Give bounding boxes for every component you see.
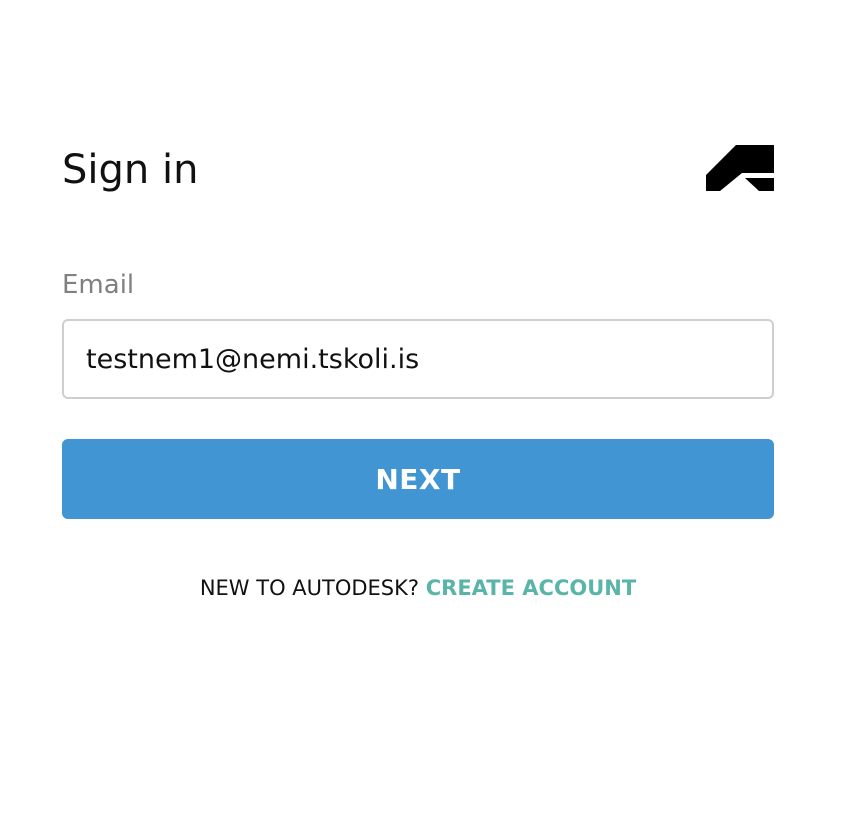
page-title: Sign in bbox=[62, 147, 199, 193]
sign-in-page: Sign in Email NEXT NEW TO AUTODESK? CREA… bbox=[0, 0, 852, 818]
signup-prompt-text: NEW TO AUTODESK? bbox=[199, 576, 420, 600]
sign-in-header: Sign in bbox=[62, 140, 774, 200]
create-account-link[interactable]: CREATE ACCOUNT bbox=[426, 576, 636, 600]
next-button[interactable]: NEXT bbox=[62, 439, 774, 519]
signup-prompt-row: NEW TO AUTODESK? CREATE ACCOUNT bbox=[62, 572, 774, 604]
email-label: Email bbox=[62, 270, 135, 300]
email-field[interactable] bbox=[62, 319, 774, 399]
autodesk-logo-icon bbox=[706, 145, 774, 191]
